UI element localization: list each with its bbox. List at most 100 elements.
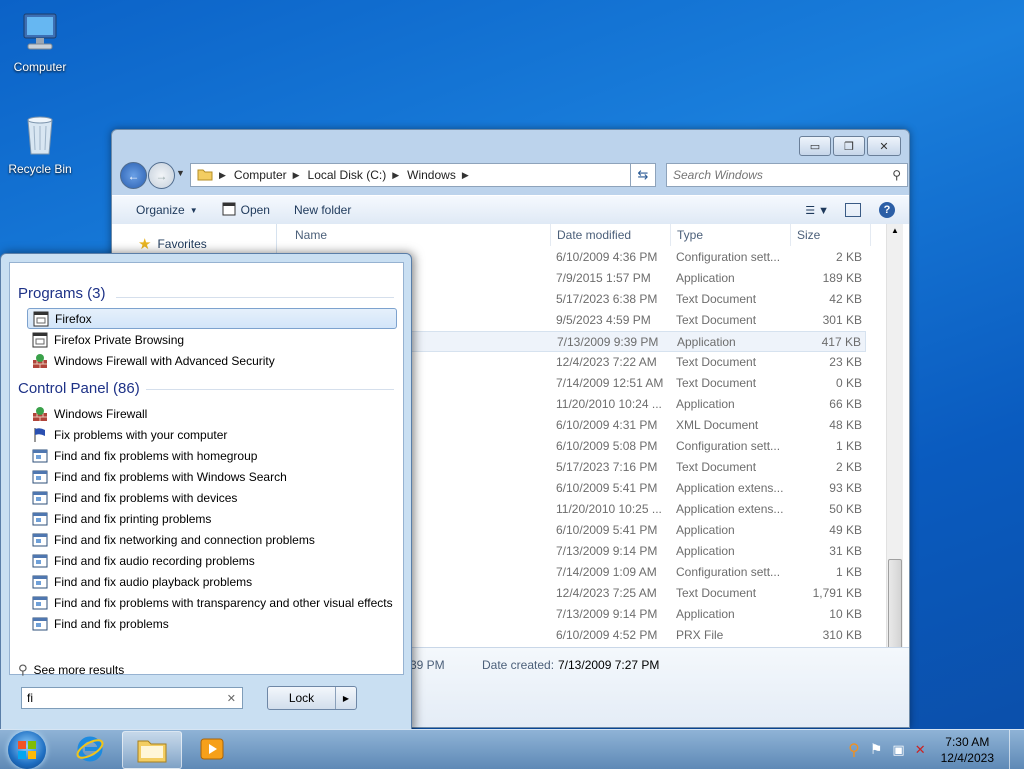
back-button[interactable]: ←: [120, 162, 147, 189]
desktop-recycle-bin-icon[interactable]: Recycle Bin: [0, 110, 80, 176]
file-row[interactable]: 7/13/2009 9:14 PM Application 31 KB: [394, 541, 866, 562]
troubleshoot-icon: [32, 490, 48, 506]
close-button[interactable]: ✕: [867, 136, 901, 156]
control-panel-item[interactable]: Find and fix problems with transparency …: [27, 592, 397, 613]
control-panel-item[interactable]: Find and fix audio recording problems: [27, 550, 397, 571]
control-panel-item[interactable]: Find and fix networking and connection p…: [27, 529, 397, 550]
nav-favorites[interactable]: ★ Favorites: [138, 235, 207, 253]
column-size[interactable]: Size: [791, 224, 871, 246]
app-window-icon: [33, 311, 49, 327]
item-label: Windows Firewall with Advanced Security: [54, 353, 275, 368]
file-row[interactable]: 6/10/2009 4:31 PM XML Document 48 KB: [394, 415, 866, 436]
taskbar-internet-explorer[interactable]: [61, 731, 119, 767]
file-row[interactable]: 9/5/2023 4:59 PM Text Document 301 KB: [394, 310, 866, 331]
file-row[interactable]: 7/14/2009 1:09 AM Configuration sett... 1 …: [394, 562, 866, 583]
item-label: Fix problems with your computer: [54, 427, 228, 442]
chevron-right-icon[interactable]: ▶: [392, 170, 399, 181]
scroll-up-arrow[interactable]: ▲: [891, 226, 899, 235]
show-desktop-button[interactable]: [1009, 730, 1024, 769]
taskbar-media-player[interactable]: [183, 731, 241, 767]
file-row[interactable]: 11/20/2010 10:25 ... Application extens..…: [394, 499, 866, 520]
control-panel-item[interactable]: Find and fix problems with Windows Searc…: [27, 466, 397, 487]
power-options-arrow-icon[interactable]: ▶: [336, 687, 356, 709]
start-search-box[interactable]: ✕: [21, 687, 243, 709]
media-player-icon: [200, 738, 224, 760]
view-options-button[interactable]: ☰ ▼: [805, 204, 829, 217]
control-panel-item[interactable]: Find and fix problems with devices: [27, 487, 397, 508]
lock-button[interactable]: Lock ▶: [267, 686, 357, 710]
column-type[interactable]: Type: [671, 224, 791, 246]
column-name[interactable]: Name: [289, 224, 551, 246]
organize-button[interactable]: Organize ▼: [136, 203, 198, 217]
control-panel-item[interactable]: Find and fix printing problems: [27, 508, 397, 529]
file-size: 42 KB: [829, 292, 862, 306]
search-icon[interactable]: ⚲: [892, 168, 901, 182]
file-row[interactable]: 6/10/2009 4:52 PM PRX File 310 KB: [394, 625, 866, 646]
troubleshoot-icon: [32, 511, 48, 527]
search-box[interactable]: ⚲: [666, 163, 908, 187]
file-row[interactable]: 6/10/2009 5:41 PM Application 49 KB: [394, 520, 866, 541]
breadcrumb-local-disk[interactable]: Local Disk (C:): [308, 168, 387, 182]
open-button[interactable]: Open: [222, 202, 270, 219]
details-created-label: Date created:: [482, 658, 555, 672]
start-button[interactable]: [8, 731, 46, 769]
file-date: 11/20/2010 10:25 ...: [556, 502, 662, 516]
file-row[interactable]: 6/10/2009 5:41 PM Application extens... 93…: [394, 478, 866, 499]
file-row[interactable]: 12/4/2023 7:25 AM Text Document 1,791 KB: [394, 583, 866, 604]
chevron-right-icon[interactable]: ▶: [293, 170, 300, 181]
new-folder-button[interactable]: New folder: [294, 203, 351, 217]
file-row[interactable]: 12/4/2023 7:22 AM Text Document 23 KB: [394, 352, 866, 373]
action-center-flag-icon[interactable]: ⚑: [870, 741, 883, 758]
file-row[interactable]: 5/17/2023 7:16 PM Text Document 2 KB: [394, 457, 866, 478]
control-panel-item[interactable]: Find and fix problems with homegroup: [27, 445, 397, 466]
recent-pages-dropdown[interactable]: ▼: [176, 168, 185, 178]
clear-search-icon[interactable]: ✕: [227, 692, 236, 705]
see-more-results[interactable]: ⚲ See more results: [18, 662, 124, 678]
control-panel-item[interactable]: Find and fix audio playback problems: [27, 571, 397, 592]
column-date-modified[interactable]: Date modified: [551, 224, 671, 246]
programs-item[interactable]: Firefox Private Browsing: [27, 329, 397, 350]
breadcrumb-computer[interactable]: Computer: [234, 168, 287, 182]
programs-item[interactable]: Firefox: [27, 308, 397, 329]
chevron-right-icon[interactable]: ▶: [462, 170, 469, 181]
maximize-button[interactable]: ❐: [833, 136, 865, 156]
preview-pane-button[interactable]: [845, 203, 861, 217]
file-size: 1,791 KB: [812, 586, 862, 600]
refresh-button[interactable]: ⇆: [630, 163, 656, 187]
search-input[interactable]: [667, 167, 893, 183]
file-row[interactable]: 6/10/2009 5:08 PM Configuration sett... 1 …: [394, 436, 866, 457]
forward-button[interactable]: →: [148, 162, 175, 189]
lock-label[interactable]: Lock: [268, 687, 336, 709]
file-row[interactable]: 7/13/2009 9:39 PM Application 417 KB: [394, 331, 866, 352]
file-row[interactable]: 7/14/2009 12:51 AM Text Document 0 KB: [394, 373, 866, 394]
search-icon[interactable]: ⚲: [848, 740, 860, 760]
programs-item[interactable]: Windows Firewall with Advanced Security: [27, 350, 397, 371]
network-icon[interactable]: ▣: [892, 742, 904, 758]
control-panel-item[interactable]: Find and fix problems: [27, 613, 397, 634]
start-search-input[interactable]: [22, 690, 227, 706]
file-row[interactable]: 7/9/2015 1:57 PM Application 189 KB: [394, 268, 866, 289]
scroll-thumb[interactable]: [888, 559, 902, 651]
internet-explorer-icon: [76, 736, 104, 762]
desktop-computer-icon[interactable]: Computer: [0, 8, 80, 74]
breadcrumb-windows[interactable]: Windows: [407, 168, 456, 182]
file-row[interactable]: 11/20/2010 10:24 ... Application 66 KB: [394, 394, 866, 415]
item-label: Find and fix problems with homegroup: [54, 448, 258, 463]
control-panel-item[interactable]: Fix problems with your computer: [27, 424, 397, 445]
file-date: 6/10/2009 5:41 PM: [556, 481, 658, 495]
address-bar[interactable]: ▶ Computer ▶ Local Disk (C:) ▶ Windows ▶…: [190, 163, 656, 187]
item-label: Firefox: [55, 311, 92, 326]
vertical-scrollbar[interactable]: ▲ ▼: [886, 224, 903, 659]
help-icon[interactable]: ?: [879, 202, 895, 218]
volume-muted-icon[interactable]: ✕: [915, 742, 926, 758]
file-row[interactable]: 5/17/2023 6:38 PM Text Document 42 KB: [394, 289, 866, 310]
taskbar-windows-explorer[interactable]: [122, 731, 182, 769]
minimize-button[interactable]: ▭: [799, 136, 831, 156]
file-row[interactable]: 6/10/2009 4:36 PM Configuration sett... 2 …: [394, 247, 866, 268]
file-date: 5/17/2023 6:38 PM: [556, 292, 658, 306]
file-size: 301 KB: [822, 313, 862, 327]
file-type: PRX File: [676, 628, 724, 642]
file-row[interactable]: 7/13/2009 9:14 PM Application 10 KB: [394, 604, 866, 625]
clock[interactable]: 7:30 AM 12/4/2023: [941, 734, 994, 766]
control-panel-item[interactable]: Windows Firewall: [27, 403, 397, 424]
